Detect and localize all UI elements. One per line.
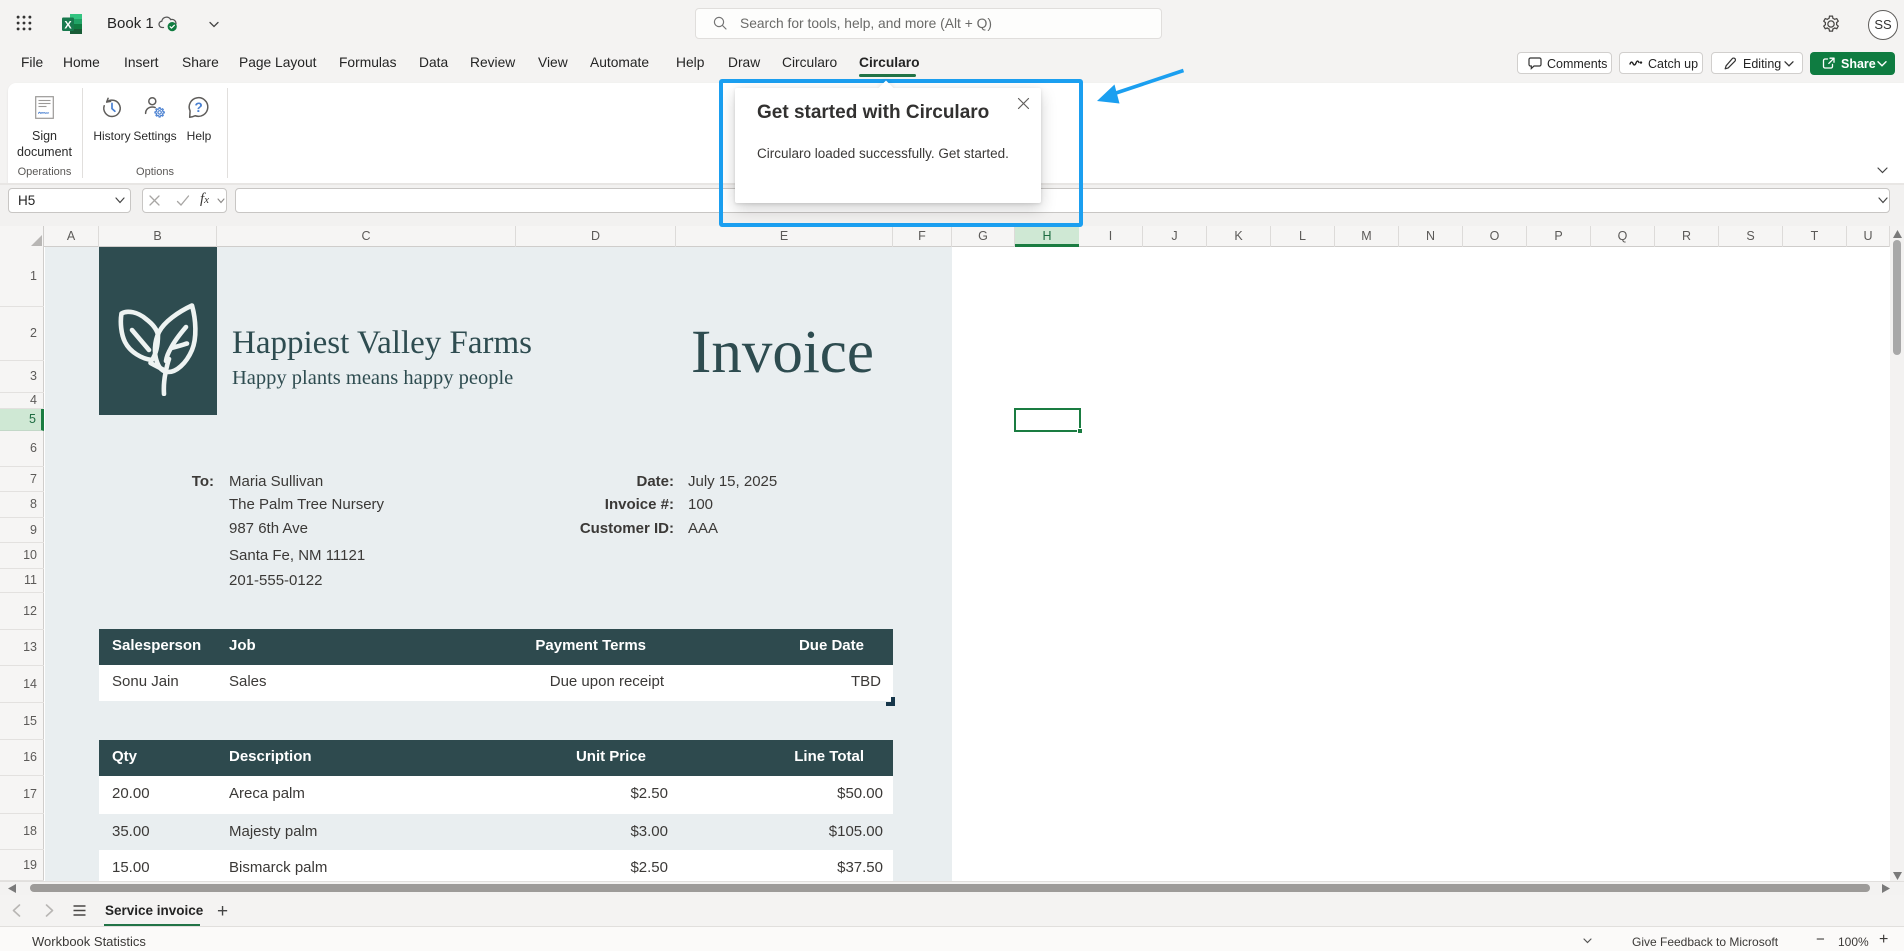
svg-text:X: X — [64, 20, 72, 32]
svg-text:?: ? — [194, 100, 202, 115]
